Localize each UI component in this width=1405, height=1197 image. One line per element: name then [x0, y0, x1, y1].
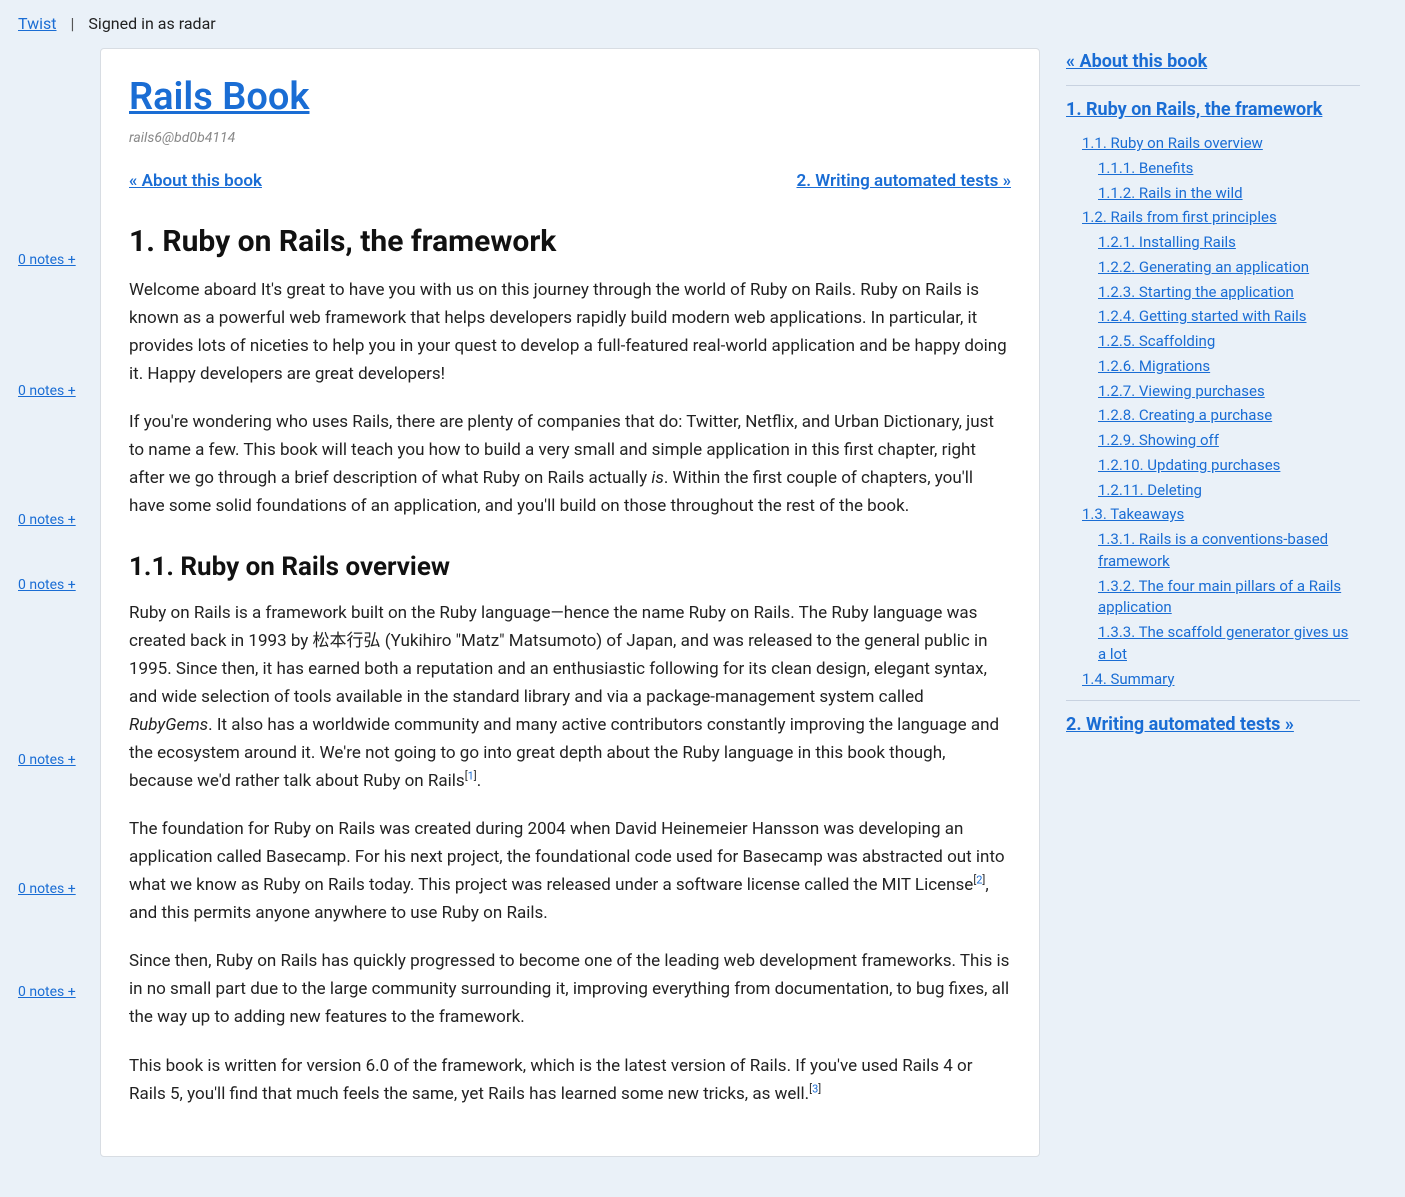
toc-list: 1.1. Ruby on Rails overview 1.1.1. Benefi… — [1066, 133, 1360, 690]
toc-subitem: 1.2.11. Deleting — [1098, 480, 1360, 502]
toc-item: 1.2. Rails from first principles 1.2.1. I… — [1082, 207, 1360, 501]
toc-link[interactable]: 1.1.2. Rails in the wild — [1098, 184, 1243, 202]
paragraph: Welcome aboard It's great to have you wi… — [129, 276, 1011, 388]
notes-link[interactable]: 0 notes + — [18, 250, 100, 271]
toc-link[interactable]: 1.2.7. Viewing purchases — [1098, 382, 1265, 400]
toc-link[interactable]: 1.3.2. The four main pillars of a Rails … — [1098, 577, 1341, 617]
toc-subitem: 1.2.5. Scaffolding — [1098, 331, 1360, 353]
toc-subitem: 1.2.7. Viewing purchases — [1098, 381, 1360, 403]
nav-prev-link[interactable]: « About this book — [129, 169, 262, 195]
topbar-separator: | — [71, 12, 75, 36]
toc-link[interactable]: 1.2.5. Scaffolding — [1098, 332, 1215, 350]
toc-sublist: 1.1.1. Benefits 1.1.2. Rails in the wild — [1082, 158, 1360, 205]
toc-link[interactable]: 1.2.10. Updating purchases — [1098, 456, 1280, 474]
toc-subitem: 1.3.1. Rails is a conventions-based fram… — [1098, 529, 1360, 573]
toc-subitem: 1.2.1. Installing Rails — [1098, 232, 1360, 254]
divider — [1066, 700, 1360, 701]
toc-link[interactable]: 1.2.11. Deleting — [1098, 481, 1202, 499]
toc-item: 1.3. Takeaways 1.3.1. Rails is a conventi… — [1082, 504, 1360, 665]
divider — [1066, 85, 1360, 86]
book-title-link[interactable]: Rails Book — [129, 75, 309, 119]
toc-link[interactable]: 1.2. Rails from first principles — [1082, 208, 1277, 226]
toc-chapter-link[interactable]: 1. Ruby on Rails, the framework — [1066, 99, 1322, 120]
paragraph: Since then, Ruby on Rails has quickly pr… — [129, 947, 1011, 1031]
chapter-heading: 1. Ruby on Rails, the framework — [129, 219, 1011, 264]
toc-subitem: 1.1.2. Rails in the wild — [1098, 183, 1360, 205]
toc-item: 1.1. Ruby on Rails overview 1.1.1. Benefi… — [1082, 133, 1360, 204]
paragraph: If you're wondering who uses Rails, ther… — [129, 408, 1011, 520]
toc-link[interactable]: 1.2.9. Showing off — [1098, 431, 1219, 449]
toc-sublist: 1.2.1. Installing Rails 1.2.2. Generating… — [1082, 232, 1360, 501]
toc-subitem: 1.2.3. Starting the application — [1098, 282, 1360, 304]
signed-in-status: Signed in as radar — [88, 12, 215, 36]
footnote-link[interactable]: 1 — [468, 770, 474, 783]
toc-subitem: 1.2.6. Migrations — [1098, 356, 1360, 378]
toc-subitem: 1.2.8. Creating a purchase — [1098, 405, 1360, 427]
toc-link[interactable]: 1.4. Summary — [1082, 670, 1174, 688]
notes-link[interactable]: 0 notes + — [18, 879, 100, 900]
notes-link[interactable]: 0 notes + — [18, 750, 100, 771]
toc-subitem: 1.3.3. The scaffold generator gives us a… — [1098, 622, 1360, 666]
toc-subitem: 1.2.4. Getting started with Rails — [1098, 306, 1360, 328]
toc-subitem: 1.3.2. The four main pillars of a Rails … — [1098, 576, 1360, 620]
toc-subitem: 1.1.1. Benefits — [1098, 158, 1360, 180]
toc-subitem: 1.2.10. Updating purchases — [1098, 455, 1360, 477]
notes-link[interactable]: 0 notes + — [18, 381, 100, 402]
nav-next-link[interactable]: 2. Writing automated tests » — [796, 169, 1011, 195]
toc-sidebar: « About this book 1. Ruby on Rails, the … — [1040, 48, 1360, 748]
toc-next-link[interactable]: 2. Writing automated tests » — [1066, 714, 1294, 735]
footnote-link[interactable]: 2 — [976, 874, 982, 887]
toc-link[interactable]: 1.3. Takeaways — [1082, 505, 1184, 523]
main-content: Rails Book rails6@bd0b4114 « About this … — [100, 48, 1040, 1157]
book-meta: rails6@bd0b4114 — [129, 128, 1011, 149]
toc-prev-link[interactable]: « About this book — [1066, 51, 1207, 72]
toc-link[interactable]: 1.2.1. Installing Rails — [1098, 233, 1236, 251]
toc-subitem: 1.2.2. Generating an application — [1098, 257, 1360, 279]
toc-sublist: 1.3.1. Rails is a conventions-based fram… — [1082, 529, 1360, 666]
toc-subitem: 1.2.9. Showing off — [1098, 430, 1360, 452]
toc-link[interactable]: 1.3.3. The scaffold generator gives us a… — [1098, 623, 1348, 663]
toc-link[interactable]: 1.1. Ruby on Rails overview — [1082, 134, 1263, 152]
paragraph: Ruby on Rails is a framework built on th… — [129, 599, 1011, 795]
toc-link[interactable]: 1.2.6. Migrations — [1098, 357, 1210, 375]
notes-link[interactable]: 0 notes + — [18, 575, 100, 596]
topbar: Twist | Signed in as radar — [0, 0, 1405, 48]
toc-link[interactable]: 1.2.3. Starting the application — [1098, 283, 1294, 301]
notes-link[interactable]: 0 notes + — [18, 982, 100, 1003]
chapter-nav: « About this book 2. Writing automated t… — [129, 169, 1011, 195]
toc-link[interactable]: 1.3.1. Rails is a conventions-based fram… — [1098, 530, 1328, 570]
brand-link[interactable]: Twist — [18, 12, 57, 36]
toc-item: 1.4. Summary — [1082, 669, 1360, 691]
notes-link[interactable]: 0 notes + — [18, 510, 100, 531]
paragraph: The foundation for Ruby on Rails was cre… — [129, 815, 1011, 927]
toc-link[interactable]: 1.2.4. Getting started with Rails — [1098, 307, 1306, 325]
toc-link[interactable]: 1.1.1. Benefits — [1098, 159, 1193, 177]
section-heading: 1.1. Ruby on Rails overview — [129, 548, 1011, 587]
toc-link[interactable]: 1.2.8. Creating a purchase — [1098, 406, 1272, 424]
footnote-link[interactable]: 3 — [812, 1082, 818, 1095]
paragraph: This book is written for version 6.0 of … — [129, 1052, 1011, 1108]
toc-link[interactable]: 1.2.2. Generating an application — [1098, 258, 1309, 276]
notes-gutter: 0 notes + 0 notes + 0 notes + 0 notes + 0 no… — [18, 48, 100, 1003]
